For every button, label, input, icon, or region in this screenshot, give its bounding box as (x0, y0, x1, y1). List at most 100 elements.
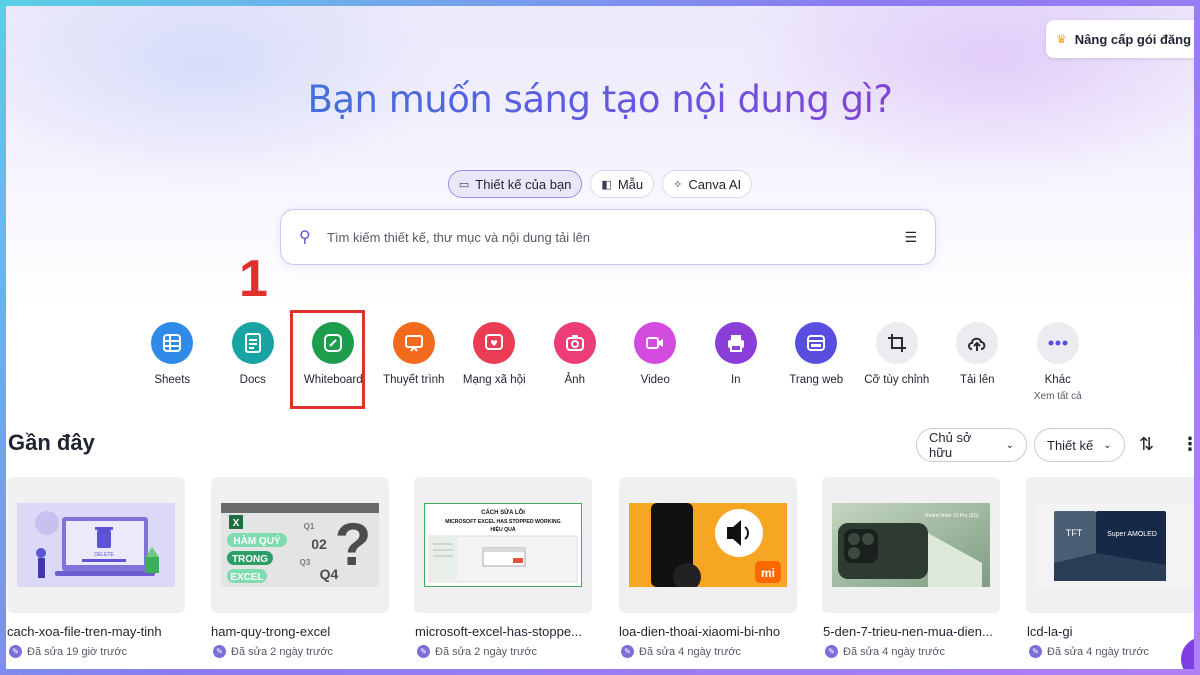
design-thumbnail: X ? HÀM QUÝ TRONG EXCEL 02 Q4 Q1 Q3 (221, 503, 379, 587)
thumb-title-line1: HÀM QUÝ (233, 534, 281, 547)
edited-text: Đã sửa 19 giờ trước (27, 645, 128, 658)
edited-icon: ✎ (417, 645, 430, 658)
tab-canva-ai[interactable]: ✧ Canva AI (662, 170, 753, 198)
see-all-label[interactable]: Xem tất cả (1034, 391, 1082, 402)
recent-section-title: Gần đây (8, 430, 95, 455)
design-edited-meta: ✎ Đã sửa 2 ngày trước (213, 645, 333, 658)
tab-label: Thiết kế của bạn (475, 176, 572, 192)
edited-text: Đã sửa 4 ngày trước (639, 645, 742, 658)
design-edited-meta: ✎ Đã sửa 2 ngày trước (417, 645, 537, 658)
thumb-phone-model: Redmi Note 13 Pro (5G) (925, 513, 979, 519)
upgrade-button[interactable]: ♛ Nâng cấp gói đăng (1046, 20, 1194, 58)
edited-icon: ✎ (213, 645, 226, 658)
shortcut-label: Mạng xã hội (462, 374, 526, 386)
edited-icon: ✎ (621, 645, 634, 658)
owner-filter-dropdown[interactable]: Chủ sở hữu ⌄ (916, 428, 1027, 462)
shortcut-website[interactable]: Trang web (776, 322, 857, 402)
design-thumbnail: TFT Super AMOLED (1036, 503, 1194, 587)
more-icon (1036, 322, 1079, 364)
shortcut-photo[interactable]: Ảnh (535, 322, 616, 402)
edited-icon: ✎ (1029, 645, 1042, 658)
web-icon (795, 322, 838, 364)
design-name[interactable]: cach-xoa-file-tren-may-tinh (7, 624, 197, 639)
whiteboard-highlight-box (290, 310, 365, 409)
search-scope-tabs: ▭ Thiết kế của bạn ◧ Mẫu ✧ Canva AI (6, 170, 1194, 198)
edited-text: Đã sửa 2 ngày trước (435, 645, 538, 658)
shortcut-upload[interactable]: Tải lên (937, 322, 1018, 402)
tab-your-designs[interactable]: ▭ Thiết kế của bạn (447, 170, 583, 198)
design-name[interactable]: loa-dien-thoai-xiaomi-bi-nho (619, 624, 809, 639)
shortcut-label: Trang web (789, 374, 844, 386)
design-thumbnail: DELETE (17, 503, 175, 587)
owner-filter-label: Chủ sở hữu (929, 430, 972, 460)
shortcut-social-media[interactable]: Mạng xã hội (454, 322, 535, 402)
delete-caption: DELETE (94, 552, 114, 558)
crown-icon: ♛ (1056, 32, 1067, 46)
upgrade-label: Nâng cấp gói đăng (1074, 31, 1192, 47)
template-icon: ◧ (601, 178, 612, 191)
search-bar: ⚲ ☰ (280, 209, 936, 265)
design-name[interactable]: 5-den-7-trieu-nen-mua-dien... (823, 624, 1013, 639)
edited-text: Đã sửa 4 ngày trước (843, 645, 946, 658)
type-filter-dropdown[interactable]: Thiết kế ⌄ (1034, 428, 1125, 462)
presentation-icon (392, 322, 435, 364)
thumb-amoled-label: Super AMOLED (1107, 531, 1157, 538)
type-filter-label: Thiết kế (1047, 437, 1094, 453)
filter-sliders-icon[interactable]: ☰ (904, 229, 917, 246)
folder-icon: ▭ (458, 178, 470, 191)
design-type-shortcuts: Sheets Docs Whiteboard Thuyết trình Mạng… (132, 322, 1098, 402)
shortcut-custom-size[interactable]: Cỡ tùy chỉnh (857, 322, 938, 402)
recent-design-card[interactable]: CÁCH SỬA LỖI MICROSOFT EXCEL HAS STOPPED… (414, 477, 592, 613)
search-sparkle-icon: ⚲ (299, 229, 311, 246)
shortcut-print[interactable]: In (696, 322, 777, 402)
shortcut-label: In (730, 374, 741, 386)
shortcut-sheets[interactable]: Sheets (132, 322, 213, 402)
shortcut-presentation[interactable]: Thuyết trình (374, 322, 455, 402)
shortcut-label: Thuyết trình (383, 374, 445, 386)
design-thumbnail: CÁCH SỬA LỖI MICROSOFT EXCEL HAS STOPPED… (424, 503, 582, 587)
design-edited-meta: ✎ Đã sửa 4 ngày trước (825, 645, 945, 658)
thumb-excel-subtitle: MICROSOFT EXCEL HAS STOPPED WORKING (445, 519, 560, 525)
crop-icon (875, 322, 918, 364)
doc-icon (231, 322, 274, 364)
design-edited-meta: ✎ Đã sửa 19 giờ trước (9, 645, 127, 658)
recent-design-card[interactable]: TFT Super AMOLED (1026, 477, 1194, 613)
edited-text: Đã sửa 2 ngày trước (231, 645, 334, 658)
shortcut-label: Cỡ tùy chỉnh (864, 374, 930, 386)
tab-label: Canva AI (688, 176, 742, 192)
design-name[interactable]: lcd-la-gi (1027, 624, 1187, 639)
search-input[interactable] (327, 229, 905, 245)
shortcut-label: Khác (1044, 374, 1071, 386)
edited-icon: ✎ (825, 645, 838, 658)
more-options-icon[interactable]: ⋮ (1181, 434, 1194, 455)
floating-help-button[interactable] (1181, 637, 1194, 669)
sort-icon[interactable]: ⇅ (1139, 434, 1154, 455)
xiaomi-logo: mi (761, 566, 775, 580)
shortcut-label: Video (640, 374, 670, 386)
thumb-excel-subtitle2: HIỆU QUẢ (490, 525, 516, 533)
design-name[interactable]: microsoft-excel-has-stoppe... (415, 624, 605, 639)
printer-icon (714, 322, 757, 364)
recent-design-card[interactable]: DELETE (7, 477, 185, 613)
tab-templates[interactable]: ◧ Mẫu (590, 170, 655, 198)
video-icon (634, 322, 677, 364)
design-name[interactable]: ham-quy-trong-excel (211, 624, 401, 639)
app-window: ♛ Nâng cấp gói đăng Bạn muốn sáng tạo nộ… (6, 6, 1194, 669)
recent-design-card[interactable]: mi (619, 477, 797, 613)
tab-label: Mẫu (617, 176, 644, 192)
shortcut-video[interactable]: Video (615, 322, 696, 402)
shortcut-label: Docs (239, 374, 266, 386)
svg-text:?: ? (335, 511, 372, 578)
design-edited-meta: ✎ Đã sửa 4 ngày trước (621, 645, 741, 658)
shortcut-docs[interactable]: Docs (213, 322, 294, 402)
recent-design-card[interactable]: Redmi Note 13 Pro (5G) (822, 477, 1000, 613)
chevron-down-icon: ⌄ (1103, 439, 1112, 451)
thumb-q2: 02 (311, 536, 327, 552)
camera-icon (553, 322, 596, 364)
shortcut-more[interactable]: Khác Xem tất cả (1018, 322, 1099, 402)
design-thumbnail: Redmi Note 13 Pro (5G) (832, 503, 990, 587)
shortcut-label: Ảnh (564, 374, 585, 386)
recent-design-card[interactable]: X ? HÀM QUÝ TRONG EXCEL 02 Q4 Q1 Q3 (211, 477, 389, 613)
svg-text:X: X (233, 518, 240, 529)
shortcut-label: Sheets (154, 374, 191, 386)
